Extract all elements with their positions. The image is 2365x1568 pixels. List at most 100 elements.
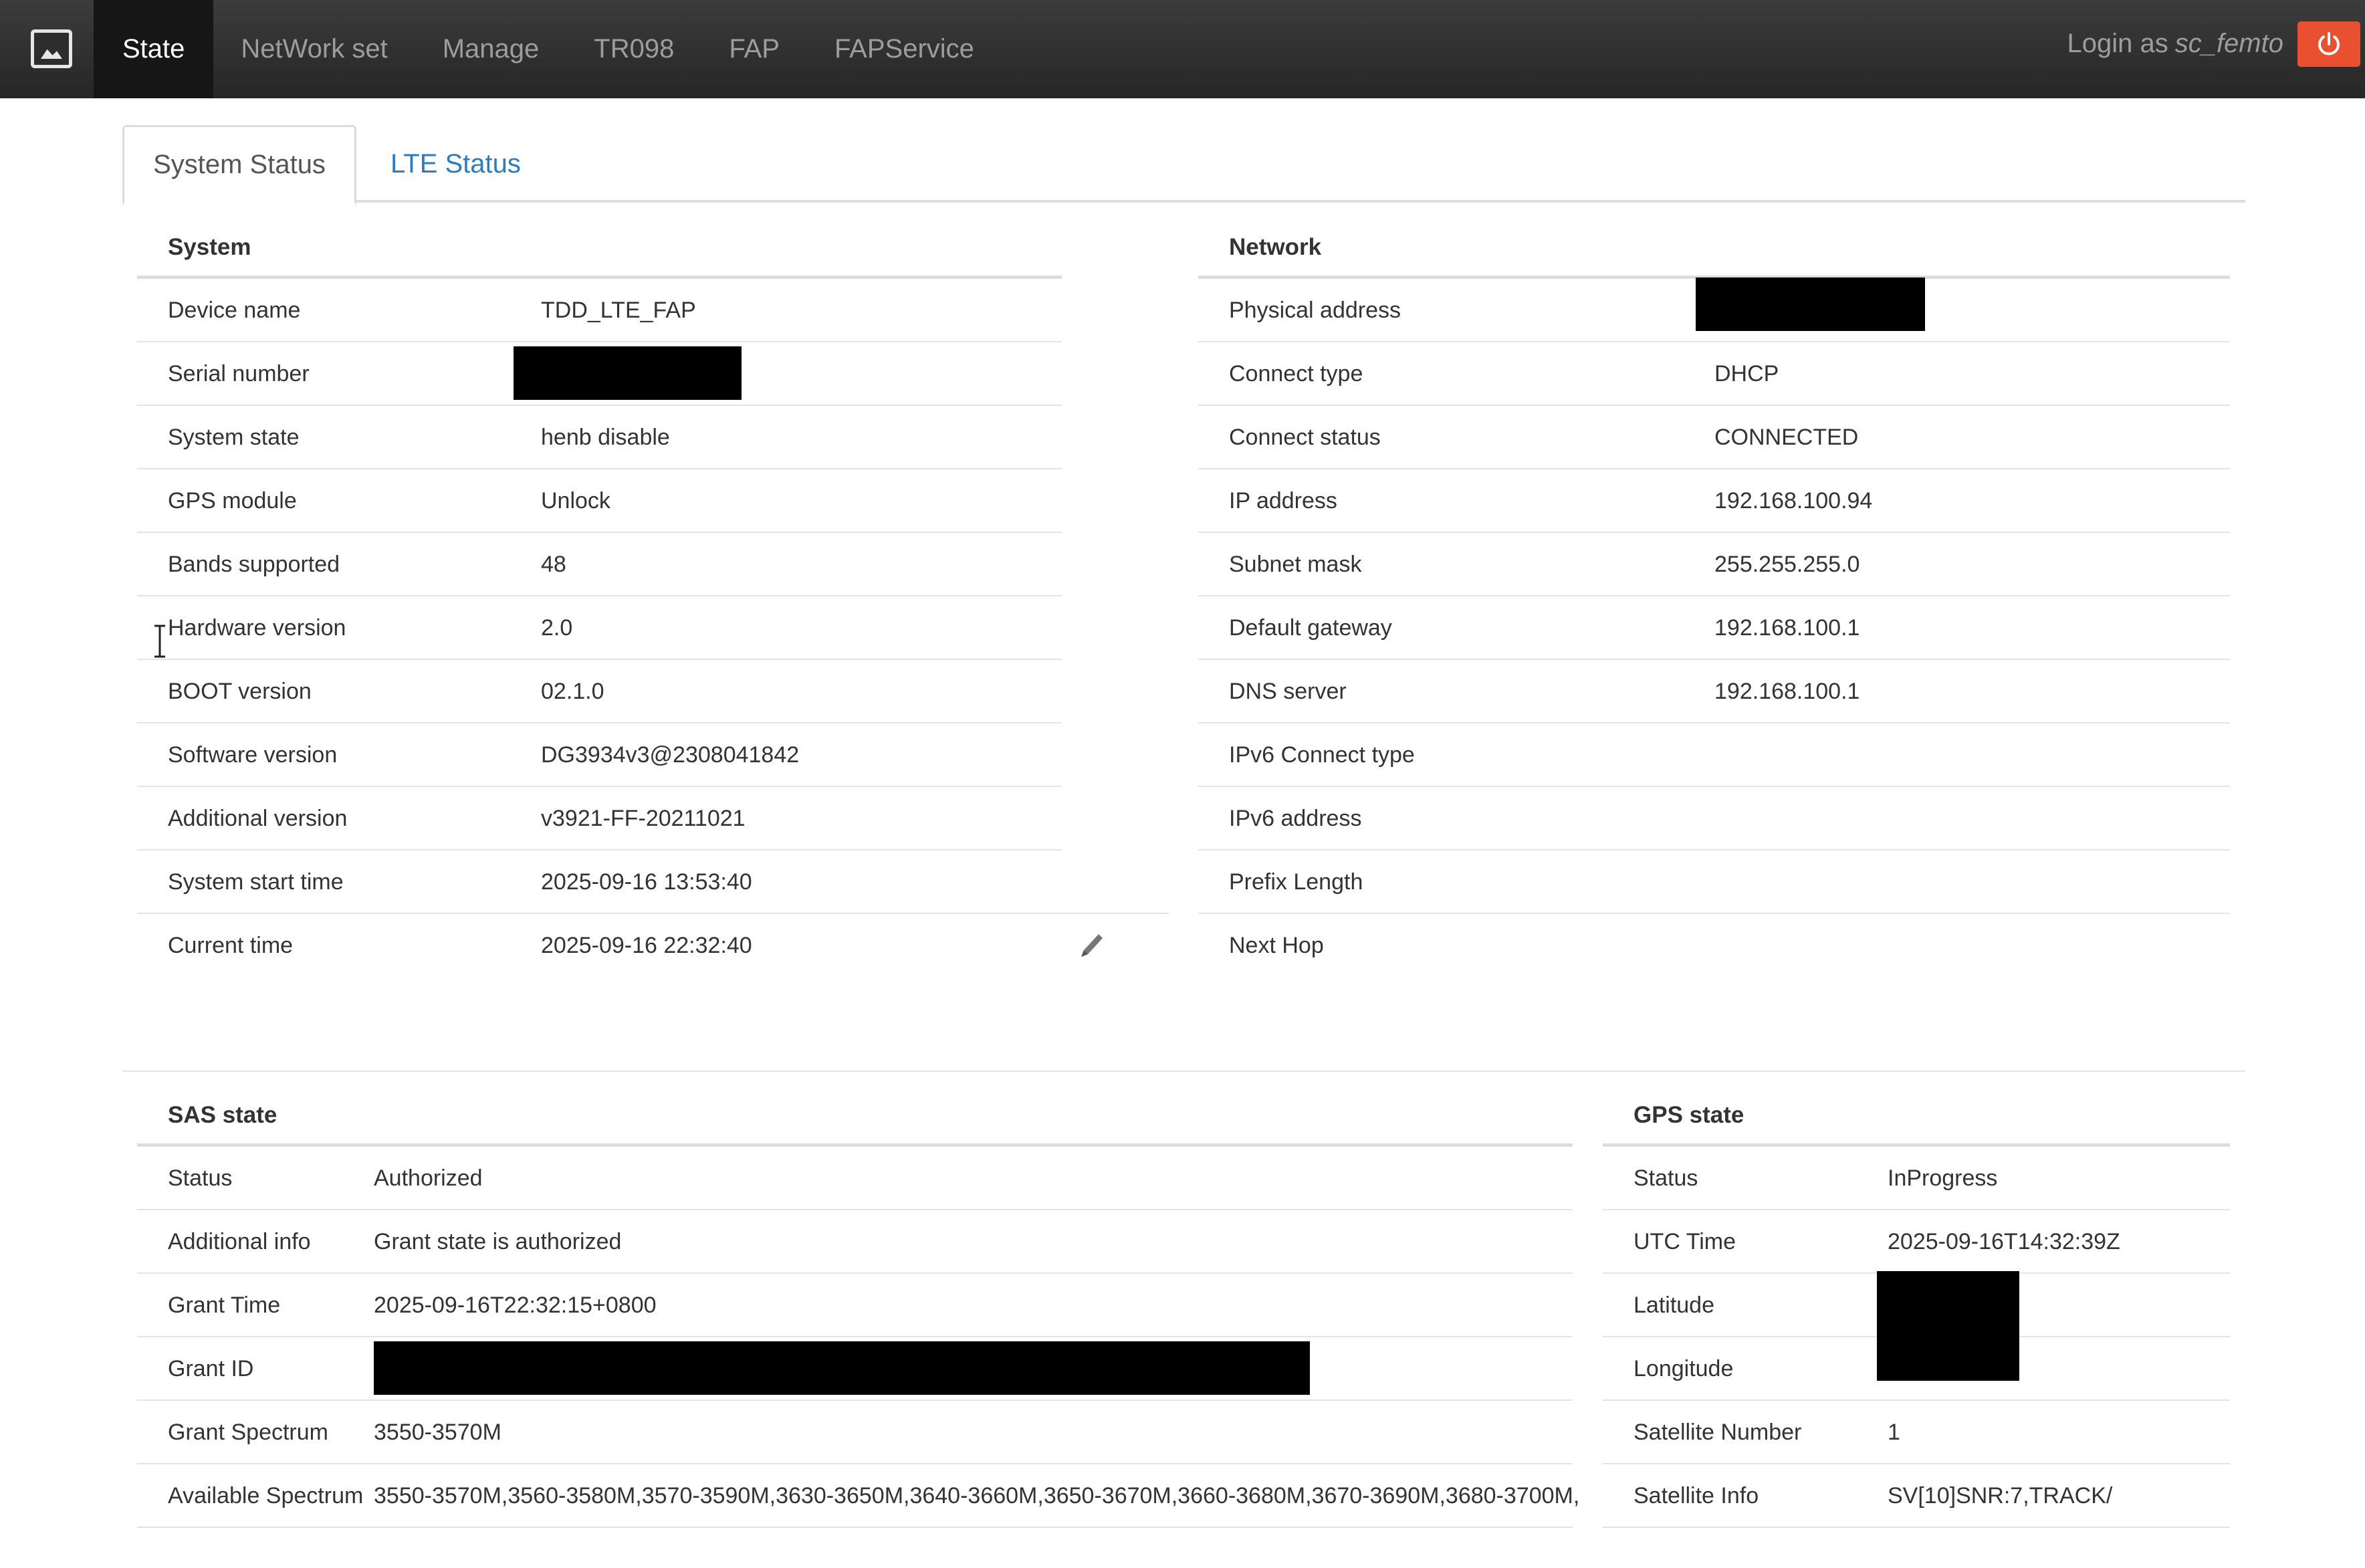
row-value: Authorized [374,1165,483,1191]
row-label: BOOT version [168,679,312,704]
row-value: 2025-09-16T14:32:39Z [1888,1229,2120,1254]
table-row: System start time 2025-09-16 13:53:40 [137,851,1169,914]
row-label: Satellite Info [1634,1483,1759,1508]
nav-item-network-set[interactable]: NetWork set [213,0,415,98]
row-label: Bands supported [168,552,340,577]
row-value: 192.168.100.94 [1714,488,1873,514]
row-label: Connect type [1229,361,1363,386]
sas-state-table: SAS state Status Authorized Additional inf… [137,1087,1579,1528]
top-navbar: State NetWork set Manage TR098 FAP FAPSe… [0,0,2365,98]
table-row: Satellite Info SV[10]SNR:7,TRACK/ [1603,1464,2230,1528]
row-label: Additional info [168,1229,311,1254]
row-label: Latitude [1634,1293,1714,1318]
table-row: Grant ID [137,1337,1573,1401]
table-row: Next Hop [1198,914,2230,978]
table-row: UTC Time 2025-09-16T14:32:39Z [1603,1210,2230,1274]
row-value: 2025-09-16 22:32:40 [541,933,752,958]
row-value: 2025-09-16T22:32:15+0800 [374,1293,657,1318]
login-username: sc_femto [2174,28,2283,58]
text-cursor-icon [152,624,167,666]
row-label: System start time [168,869,344,895]
table-row: Connect type DHCP [1198,342,2230,406]
row-value: 48 [541,552,566,577]
nav-item-manage[interactable]: Manage [415,0,567,98]
redacted-physical-address [1696,277,1925,331]
table-row: Longitude [1603,1337,2230,1401]
table-row: Prefix Length [1198,851,2230,914]
table-row: Latitude [1603,1271,2230,1381]
pencil-icon[interactable] [1075,929,1108,968]
table-row: DNS server 192.168.100.1 [1198,660,2230,723]
nav-item-tr098[interactable]: TR098 [566,0,701,98]
table-row: Grant Time 2025-09-16T22:32:15+0800 [137,1274,1573,1337]
redacted-grant-id [374,1341,1310,1395]
row-label: Device name [168,298,301,323]
table-row: IPv6 address [1198,787,2230,851]
logout-button[interactable] [2297,21,2360,67]
system-table-title: System [137,219,1062,279]
sas-table-title: SAS state [137,1087,1573,1147]
row-label: Grant Spectrum [168,1420,328,1445]
nav-item-fap[interactable]: FAP [701,0,807,98]
row-label: Hardware version [168,615,346,641]
login-label: Login as [2067,28,2168,58]
row-label: Status [1634,1165,1698,1191]
row-value: 192.168.100.1 [1714,615,1860,641]
row-label: IPv6 Connect type [1229,742,1415,768]
row-value: DG3934v3@2308041842 [541,742,800,768]
table-row: Satellite Number 1 [1603,1401,2230,1464]
status-tabs: System Status LTE Status [122,125,2245,205]
table-row: IP address 192.168.100.94 [1198,469,2230,533]
table-row: IPv6 Connect type [1198,723,2230,787]
gps-table-title: GPS state [1603,1087,2230,1147]
row-value: SV[10]SNR:7,TRACK/ [1888,1483,2113,1508]
table-row: GPS module Unlock [137,469,1062,533]
redacted-serial-number [514,346,742,400]
table-row: BOOT version 02.1.0 [137,660,1062,723]
row-label: IPv6 address [1229,806,1362,831]
device-logo-icon[interactable] [16,13,87,84]
row-label: GPS module [168,488,297,514]
tab-system-status[interactable]: System Status [122,125,356,205]
row-label: Subnet mask [1229,552,1362,577]
row-value: 3550-3570M,3560-3580M,3570-3590M,3630-36… [374,1483,1580,1508]
system-table: System Device name TDD_LTE_FAP Serial numb… [137,219,1169,978]
table-row: Subnet mask 255.255.255.0 [1198,533,2230,596]
table-row: Serial number [137,342,1062,406]
row-label: Satellite Number [1634,1420,1802,1445]
gps-state-table: GPS state Status InProgress UTC Time 2025-0… [1603,1087,2230,1528]
network-table: Network Physical address Connect type DHCP… [1198,219,2230,978]
table-row: Default gateway 192.168.100.1 [1198,596,2230,660]
table-row: Hardware version 2.0 [137,596,1062,660]
row-label: Current time [168,933,294,958]
table-row: Grant Spectrum 3550-3570M [137,1401,1573,1464]
row-value: 02.1.0 [541,679,604,704]
table-row: Status Authorized [137,1147,1573,1210]
row-label: DNS server [1229,679,1347,704]
row-value: henb disable [541,425,670,450]
table-row: Device name TDD_LTE_FAP [137,279,1062,342]
power-icon [2318,32,2340,55]
row-value: 255.255.255.0 [1714,552,1860,577]
row-value: 1 [1888,1420,1900,1445]
table-row: Available Spectrum 3550-3570M,3560-3580M,… [137,1464,1579,1528]
row-value: Unlock [541,488,610,514]
table-row: Current time 2025-09-16 22:32:40 [137,914,1103,978]
row-value: 3550-3570M [374,1420,501,1445]
nav-item-state[interactable]: State [94,0,214,98]
row-label: Next Hop [1229,933,1324,958]
row-value: Grant state is authorized [374,1229,622,1254]
row-label: Additional version [168,806,348,831]
network-table-title: Network [1198,219,2230,279]
table-row: Additional info Grant state is authorized [137,1210,1573,1274]
nav-item-fapservice[interactable]: FAPService [807,0,1002,98]
row-label: Grant ID [168,1356,254,1381]
table-row: Connect status CONNECTED [1198,406,2230,469]
row-value: 2025-09-16 13:53:40 [541,869,752,895]
row-label: Default gateway [1229,615,1392,641]
row-label: Grant Time [168,1293,281,1318]
tab-lte-status[interactable]: LTE Status [390,125,521,203]
row-value: TDD_LTE_FAP [541,298,696,323]
row-value: CONNECTED [1714,425,1859,450]
row-label: Longitude [1634,1356,1734,1381]
